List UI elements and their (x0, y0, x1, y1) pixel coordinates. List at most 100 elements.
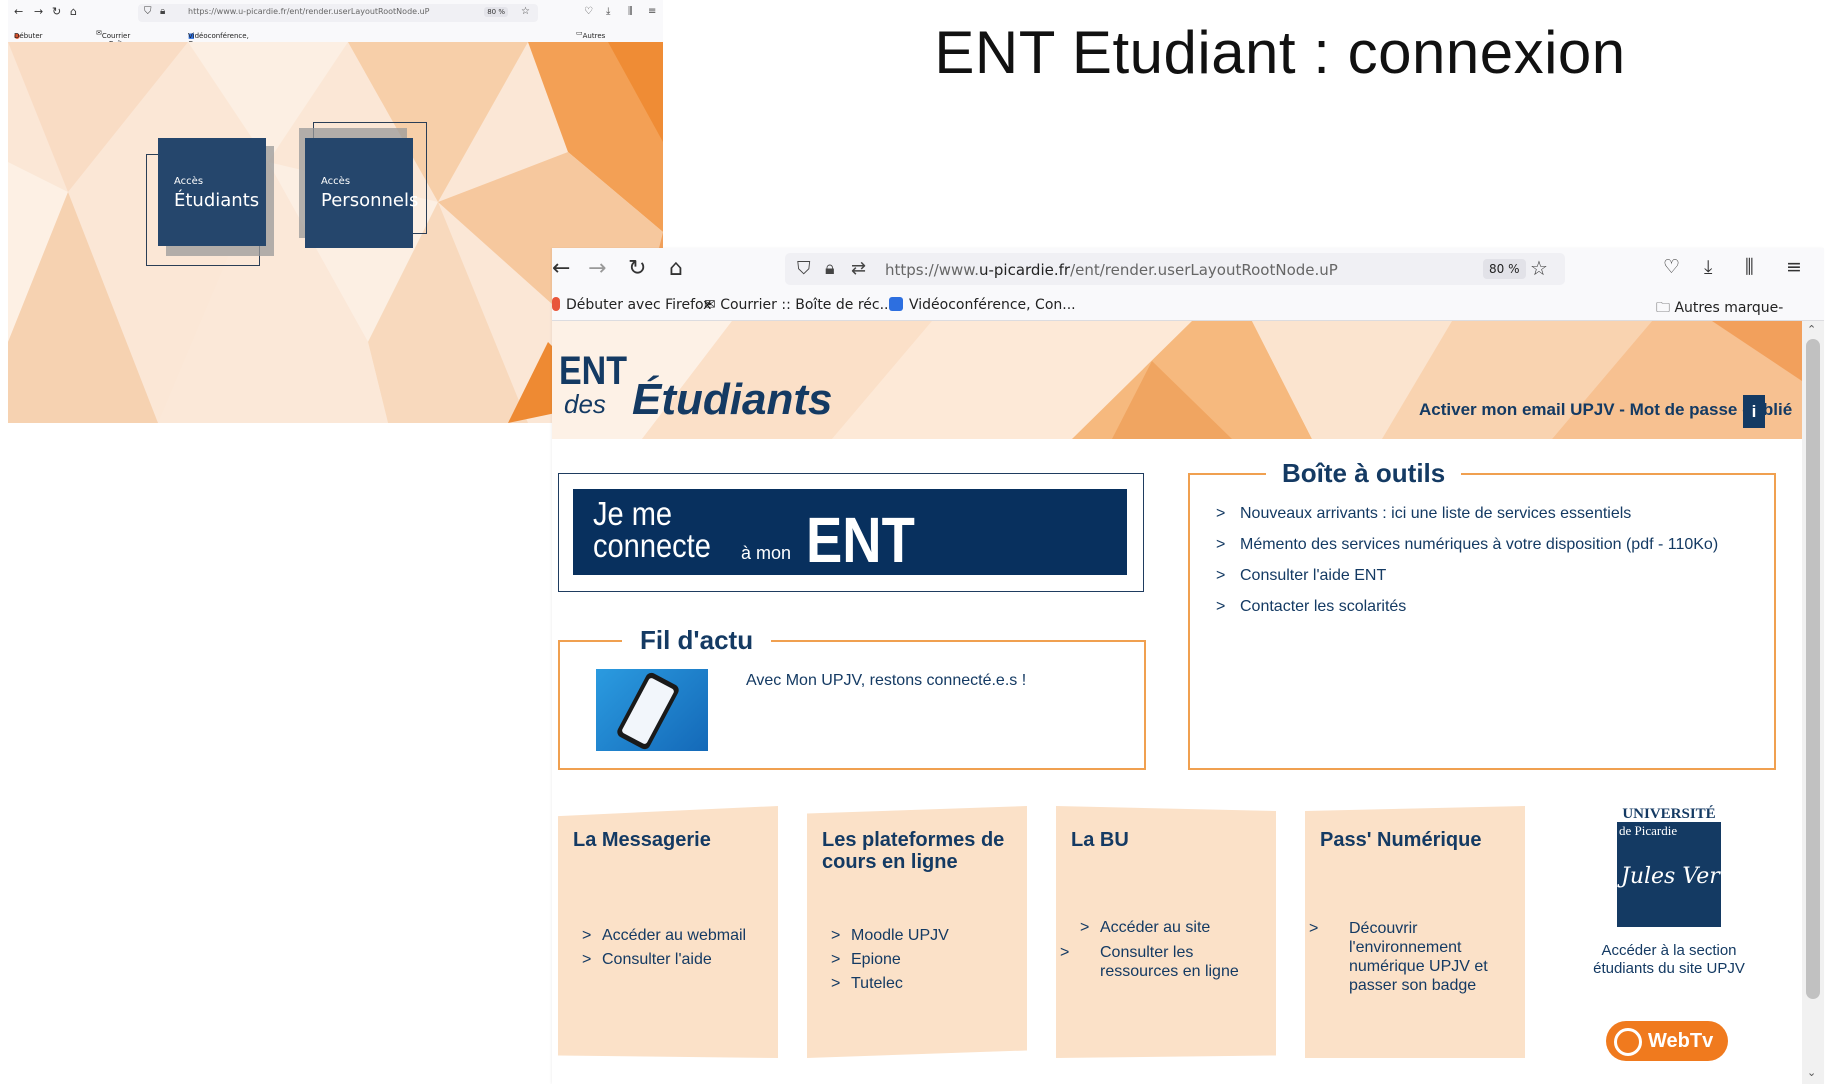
bookmark-item[interactable]: ✉ Courrier :: Boîte de réc... (96, 29, 130, 64)
toolbox-links: > Nouveaux arrivants : ici une liste de s… (1216, 505, 1718, 629)
webtv-button[interactable]: WebTv (1606, 1021, 1728, 1061)
phone-image[interactable] (596, 669, 708, 751)
toolbox-title: Boîte à outils (1266, 458, 1462, 489)
library-icon[interactable]: ⫼ (1745, 256, 1754, 278)
tile-links: > Accéder au site > Consulter les ressourc… (1060, 916, 1260, 981)
zoom-indicator[interactable]: 80 % (1483, 259, 1526, 279)
upjv-logo-box: de Picardie Jules Verne (1617, 822, 1747, 927)
back-arrow-icon[interactable]: ← (552, 256, 570, 281)
small-url-bar[interactable]: ⛉ 🔒︎ https://www.u-picardie.fr/ent/rende… (138, 4, 538, 22)
ent-page: ENT des Étudiants Activer mon email UPJV… (552, 321, 1802, 1084)
toolbox-link[interactable]: > Consulter l'aide ENT (1216, 567, 1718, 598)
tile-small-label: Accès (174, 176, 204, 187)
upjv-name: UNIVERSITÉ (1622, 806, 1716, 822)
access-staff-tile[interactable]: Accès Personnels (305, 138, 418, 248)
library-icon[interactable]: ⫼ (628, 6, 633, 17)
small-zoom-indicator[interactable]: 80 % (484, 7, 508, 17)
home-icon[interactable]: ⌂ (70, 5, 77, 18)
pocket-icon[interactable]: ♡ (1663, 256, 1680, 278)
pocket-icon[interactable]: ♡ (584, 6, 593, 17)
connect-ent-word: ENT (806, 504, 915, 576)
url-text: https://www.u-picardie.fr/ent/render.use… (885, 261, 1338, 279)
reload-icon[interactable]: ↻ (628, 256, 646, 281)
info-icon[interactable]: i (1743, 395, 1765, 428)
tile-title: La BU (1071, 829, 1129, 851)
bookmark-mail[interactable]: ✉ Courrier :: Boîte de réc... (704, 297, 893, 313)
upjv-logo[interactable]: UNIVERSITÉ de Picardie Jules Verne (1615, 806, 1747, 930)
slide-title: ENT Etudiant : connexion (934, 19, 1626, 86)
news-item-link[interactable]: Avec Mon UPJV, restons connecté.e.s ! (746, 672, 1026, 690)
url-bar[interactable]: ⛉ 🔒︎ ⇄ https://www.u-picardie.fr/ent/ren… (785, 253, 1565, 285)
upjv-student-section-link[interactable]: Accéder à la section étudiants du site U… (1585, 942, 1753, 978)
folder-icon: 🗀 (1656, 300, 1670, 316)
activate-email-link[interactable]: Activer mon email UPJV - Mot de passe ou… (1419, 400, 1792, 420)
large-browser-window: ← → ↻ ⌂ ⛉ 🔒︎ ⇄ https://www.u-picardie.fr… (552, 248, 1824, 1084)
menu-icon[interactable]: ≡ (648, 6, 656, 17)
upjv-de-picardie: de Picardie (1619, 823, 1678, 838)
connect-ent-button[interactable]: Je me connecte à mon ENT (573, 489, 1127, 576)
star-icon[interactable]: ☆ (521, 6, 530, 17)
tile-plateformes[interactable]: Les plateformes de cours en ligne > Moodl… (807, 806, 1027, 1058)
connect-panel: Je me connecte à mon ENT (558, 473, 1144, 592)
home-icon[interactable]: ⌂ (669, 256, 683, 281)
chat-bubble-icon (1614, 1028, 1642, 1056)
tile-link[interactable]: > Tutelec (831, 972, 949, 996)
tile-link[interactable]: > Découvrir l'environnement numérique UPJ… (1309, 919, 1509, 995)
upjv-signature: Jules Verne (1621, 864, 1747, 889)
toolbox-link[interactable]: > Nouveaux arrivants : ici une liste de s… (1216, 505, 1718, 536)
download-icon[interactable]: ⤓ (606, 6, 610, 17)
logo-des: des (564, 389, 606, 419)
menu-icon[interactable]: ≡ (1786, 256, 1802, 278)
tile-link[interactable]: > Epione (831, 948, 949, 972)
toolbox-link[interactable]: > Mémento des services numériques à votre… (1216, 536, 1718, 567)
tile-bu[interactable]: La BU > Accéder au site > Consulter les re… (1056, 806, 1276, 1058)
tile-messagerie[interactable]: La Messagerie > Accéder au webmail > Consu… (558, 806, 778, 1058)
tile-title: Les plateformes de cours en ligne (822, 829, 1005, 873)
tile-pass-numerique[interactable]: Pass' Numérique > Découvrir l'environneme… (1305, 806, 1525, 1058)
lock-icon: 🔒︎ (160, 6, 166, 17)
download-icon[interactable]: ⤓ (1704, 256, 1712, 278)
tile-link[interactable]: > Accéder au site (1080, 916, 1260, 940)
logo-etudiants: Étudiants (632, 375, 833, 424)
toolbox-link[interactable]: > Contacter les scolarités (1216, 598, 1718, 629)
shield-icon[interactable]: ⛉ (797, 258, 811, 279)
star-icon[interactable]: ☆ (1530, 256, 1548, 281)
phone-icon (615, 670, 681, 751)
tile-link[interactable]: > Accéder au webmail (582, 924, 746, 948)
tile-links: > Moodle UPJV > Epione > Tutelec (831, 924, 949, 996)
forward-arrow-icon[interactable]: → (588, 256, 606, 281)
bookmark-firefox[interactable]: Débuter avec Firefox (552, 297, 711, 313)
small-url-text: https://www.u-picardie.fr/ent/render.use… (188, 7, 430, 16)
bookmark-video[interactable]: Vidéoconférence, Con... (889, 297, 1076, 313)
reload-icon[interactable]: ↻ (52, 5, 61, 18)
permissions-icon[interactable]: ⇄ (851, 258, 866, 279)
news-panel: Fil d'actu Avec Mon UPJV, restons connec… (558, 625, 1146, 770)
tile-small-label: Accès (321, 176, 351, 187)
back-arrow-icon[interactable]: ← (14, 5, 23, 18)
lock-icon[interactable]: 🔒︎ (825, 258, 835, 279)
toolbox-panel: Boîte à outils > Nouveaux arrivants : ici… (1188, 458, 1776, 770)
scrollbar-thumb[interactable] (1806, 339, 1820, 999)
tile-big-label: Personnels (321, 190, 419, 211)
tile-link[interactable]: > Consulter l'aide (582, 948, 746, 972)
tile-link[interactable]: > Consulter les ressources en ligne (1060, 943, 1260, 981)
scroll-up-icon[interactable]: ⌃ (1807, 323, 1816, 336)
other-bookmarks[interactable]: ▭ Autres marque-pages (576, 29, 612, 56)
access-students-tile[interactable]: Accès Étudiants (158, 138, 266, 246)
tile-title: Pass' Numérique (1320, 829, 1482, 851)
scroll-down-icon[interactable]: ⌄ (1807, 1066, 1816, 1079)
tile-big-label: Étudiants (174, 190, 260, 211)
browser-toolbar: ← → ↻ ⌂ ⛉ 🔒︎ ⇄ https://www.u-picardie.fr… (552, 248, 1824, 290)
video-icon (889, 297, 903, 311)
tile-title: La Messagerie (573, 829, 711, 851)
small-bookmarks-bar: ● Débuter avec Firefox ✉ Courrier :: Boî… (8, 26, 663, 64)
bookmarks-bar: Débuter avec Firefox ✉ Courrier :: Boîte… (552, 290, 1824, 337)
connect-line2: connecte (593, 527, 711, 564)
vertical-scrollbar[interactable]: ⌃ ⌄ (1802, 321, 1824, 1084)
connect-small: à mon (741, 543, 792, 563)
webtv-label: WebTv (1648, 1030, 1714, 1052)
firefox-icon (552, 297, 560, 311)
forward-arrow-icon[interactable]: → (34, 5, 43, 18)
news-title: Fil d'actu (622, 625, 772, 656)
tile-link[interactable]: > Moodle UPJV (831, 924, 949, 948)
